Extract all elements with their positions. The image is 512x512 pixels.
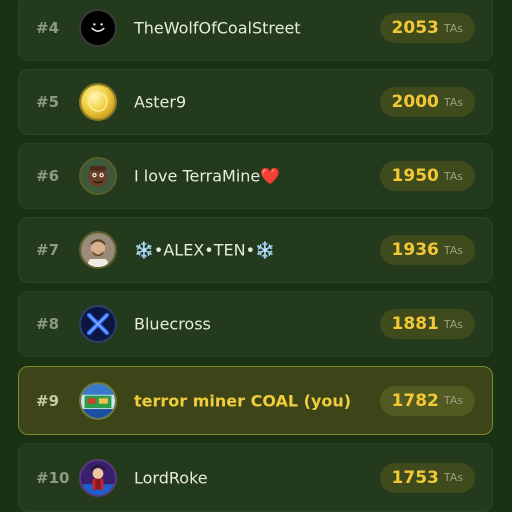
leaderboard-row[interactable]: #8 Bluecross 1881 TAs	[18, 291, 493, 357]
score-value: 2000	[391, 92, 439, 112]
score-value: 1881	[391, 314, 439, 334]
score-unit: TAs	[443, 169, 463, 183]
player-name: Bluecross	[134, 314, 211, 334]
score-value: 1950	[391, 166, 439, 186]
score-badge: 2053 TAs	[379, 13, 475, 43]
heart-emoji: ❤️	[260, 166, 281, 186]
rank-label: #6	[36, 167, 60, 185]
rank-label: #10	[36, 468, 70, 487]
player-name: terror miner COAL (you)	[134, 391, 352, 410]
leaderboard-row[interactable]: #7 ❄️•ALEX•TEN•❄️ 1936 TAs	[18, 217, 493, 283]
smiley-face-avatar-icon[interactable]	[79, 9, 117, 47]
score-badge: 1881 TAs	[379, 309, 475, 339]
blue-x-avatar-icon[interactable]	[79, 305, 117, 343]
score-unit: TAs	[443, 243, 463, 257]
rank-label: #8	[36, 315, 60, 333]
game-art-avatar-icon[interactable]	[79, 381, 117, 420]
score-badge: 1936 TAs	[379, 235, 475, 265]
score-badge: 2000 TAs	[379, 87, 475, 117]
leaderboard-row[interactable]: #5 Aster9 2000 TAs	[18, 69, 493, 135]
player-name: ❄️•ALEX•TEN•❄️	[134, 240, 275, 260]
leaderboard-row[interactable]: #6 I love TerraMine❤️ 1950 TAs	[18, 143, 493, 209]
player-name: TheWolfOfCoalStreet	[134, 18, 301, 38]
anime-character-avatar-icon[interactable]	[79, 458, 117, 497]
leaderboard-list: #4 TheWolfOfCoalStreet 2053 TAs #5 Aster…	[0, 0, 512, 512]
person-photo-avatar-icon[interactable]	[79, 231, 117, 269]
score-badge: 1753 TAs	[379, 462, 475, 493]
leaderboard-row[interactable]: #4 TheWolfOfCoalStreet 2053 TAs	[18, 0, 493, 61]
score-unit: TAs	[443, 95, 463, 109]
score-value: 1753	[391, 467, 439, 488]
rank-label: #9	[36, 391, 60, 410]
score-unit: TAs	[443, 394, 463, 407]
player-name: I love TerraMine❤️	[134, 166, 281, 186]
score-unit: TAs	[443, 21, 463, 35]
gold-coin-avatar-icon[interactable]	[79, 83, 117, 121]
player-name: Aster9	[134, 92, 187, 112]
score-value: 1936	[391, 240, 439, 260]
leaderboard-row-current-user[interactable]: #9 terror miner COAL (you) 1782 TAs	[18, 366, 493, 435]
score-value: 1782	[391, 390, 439, 411]
rank-label: #5	[36, 93, 60, 111]
character-avatar-icon[interactable]	[79, 157, 117, 195]
score-badge: 1950 TAs	[379, 161, 475, 191]
score-badge: 1782 TAs	[379, 385, 475, 416]
leaderboard-row[interactable]: #10 LordRoke 1753 TAs	[18, 443, 493, 512]
rank-label: #7	[36, 241, 60, 259]
rank-label: #4	[36, 19, 60, 37]
player-name: LordRoke	[134, 468, 208, 487]
score-value: 2053	[391, 18, 439, 38]
score-unit: TAs	[443, 471, 463, 484]
score-unit: TAs	[443, 317, 463, 331]
